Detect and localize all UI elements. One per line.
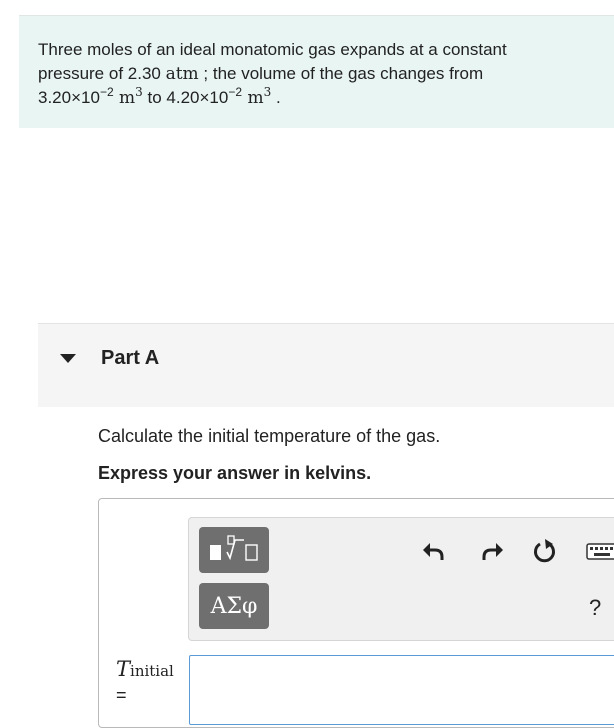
question-text: Calculate the initial temperature of the… — [98, 426, 441, 446]
templates-icon — [210, 535, 258, 561]
sentence-end: . — [271, 88, 281, 107]
undo-icon[interactable] — [421, 538, 447, 564]
pressure-text: pressure of 2.30 — [38, 64, 166, 83]
initial-volume-exponent: −2 — [99, 85, 114, 99]
part-a-header[interactable]: Part A — [38, 323, 614, 407]
final-volume: to 4.20×10 — [142, 88, 229, 107]
keyboard-icon[interactable] — [586, 538, 614, 564]
initial-volume-unit-exponent: 3 — [135, 85, 143, 99]
pressure-unit: atm — [165, 64, 199, 84]
variable-subscript: initial — [130, 662, 174, 680]
problem-line-1: Three moles of an ideal monatomic gas ex… — [38, 40, 507, 59]
answer-input[interactable] — [189, 655, 614, 725]
part-title: Part A — [101, 347, 160, 369]
answer-area: ΑΣφ ? Tinitial = — [98, 498, 614, 728]
problem-line-2: pressure of 2.30 atm ; the volume of the… — [38, 62, 614, 86]
equals-sign: = — [116, 685, 127, 705]
answer-variable: Tinitial — [116, 657, 174, 681]
problem-statement: Three moles of an ideal monatomic gas ex… — [19, 15, 614, 128]
templates-button[interactable] — [199, 527, 269, 573]
reset-icon[interactable] — [532, 538, 558, 564]
final-volume-exponent: −2 — [228, 85, 243, 99]
volume-intro: ; the volume of the gas changes from — [198, 64, 484, 83]
initial-volume-unit: m — [113, 88, 136, 108]
help-button[interactable]: ? — [589, 595, 601, 621]
variable-symbol: T — [116, 657, 131, 681]
initial-volume: 3.20×10 — [38, 88, 100, 107]
collapse-arrow-icon[interactable] — [60, 354, 76, 363]
final-volume-unit: m — [242, 88, 264, 108]
instruction-text: Express your answer in kelvins. — [98, 463, 372, 483]
symbols-button[interactable]: ΑΣφ — [199, 583, 269, 629]
math-toolbar: ΑΣφ ? — [188, 517, 614, 641]
problem-line-3: 3.20×10−2 m3 to 4.20×10−2 m3 . — [38, 85, 614, 111]
final-volume-unit-exponent: 3 — [263, 85, 272, 99]
redo-icon[interactable] — [479, 538, 505, 564]
